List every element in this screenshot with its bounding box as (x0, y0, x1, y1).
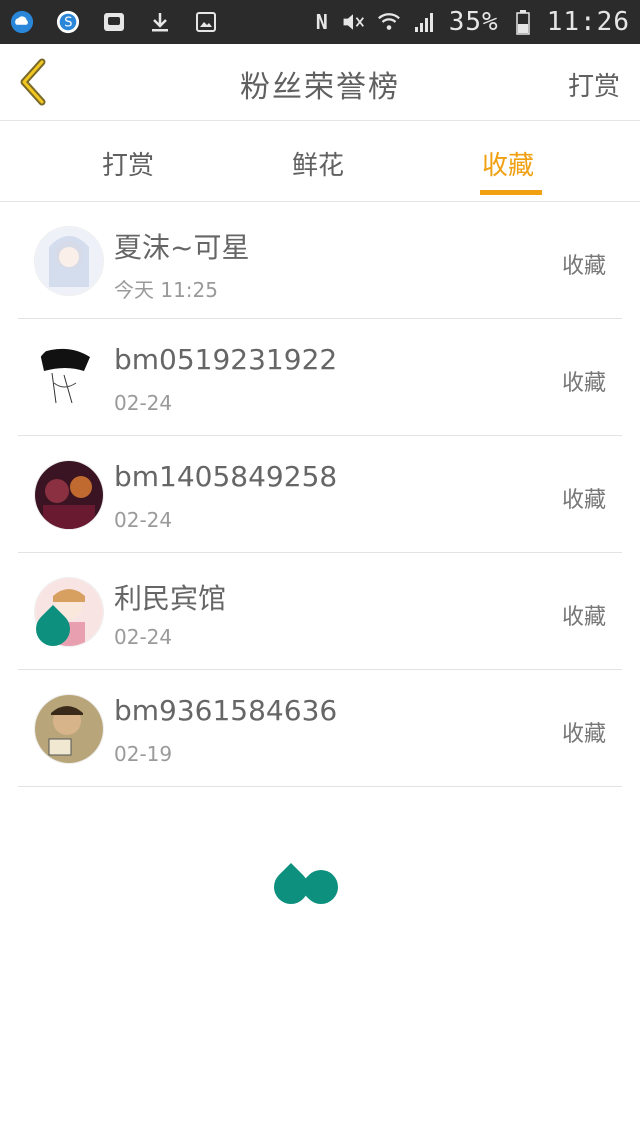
cloud-icon (10, 10, 34, 34)
tab-reward[interactable]: 打赏 (102, 145, 154, 182)
timestamp: 02-19 (114, 742, 173, 766)
favorite-label: 收藏 (561, 371, 606, 396)
page-title: 粉丝荣誉榜 (240, 70, 400, 105)
list-item[interactable]: bm0519231922 02-24 收藏 (18, 319, 622, 436)
favorite-label: 收藏 (561, 254, 606, 279)
favorite-label: 收藏 (561, 488, 606, 513)
tab-favorites[interactable]: 收藏 (482, 145, 534, 182)
teal-drop-handle-right[interactable] (296, 862, 346, 912)
list-item[interactable]: bm9361584636 02-19 收藏 (18, 670, 622, 787)
clock: 11:26 (546, 7, 630, 37)
battery-percent: 35% (448, 7, 499, 37)
wifi-icon (377, 10, 401, 34)
user-name: bm1405849258 (114, 460, 338, 493)
user-name: bm9361584636 (114, 694, 338, 727)
nfc-indicator: N (315, 10, 329, 34)
timestamp: 02-24 (114, 625, 173, 649)
avatar (34, 226, 104, 296)
reward-button[interactable]: 打赏 (568, 66, 620, 103)
timestamp: 02-24 (114, 391, 173, 415)
battery-icon (511, 10, 535, 35)
user-name: 利民宾馆 (114, 582, 227, 615)
svg-text:S: S (64, 16, 72, 31)
avatar (34, 694, 104, 764)
user-name: bm0519231922 (114, 343, 338, 376)
fan-list: 夏沫~可星 今天 11:25 收藏 bm0519231922 02-24 收藏 … (18, 202, 622, 787)
tab-flowers[interactable]: 鲜花 (292, 145, 344, 182)
tab-bar: 打赏 鲜花 收藏 (0, 121, 640, 202)
avatar (34, 460, 104, 530)
favorite-label: 收藏 (561, 605, 606, 630)
avatar (34, 343, 102, 411)
timestamp: 今天 11:25 (114, 278, 218, 302)
active-tab-indicator (480, 190, 542, 195)
download-icon (148, 10, 172, 34)
favorite-label: 收藏 (561, 722, 606, 747)
list-item[interactable]: 利民宾馆 02-24 收藏 (18, 553, 622, 670)
browser-icon: S (56, 10, 80, 34)
list-item[interactable]: bm1405849258 02-24 收藏 (18, 436, 622, 553)
mute-icon (341, 10, 365, 34)
timestamp: 02-24 (114, 508, 173, 532)
gallery-icon (102, 10, 126, 34)
user-name: 夏沫~可星 (114, 231, 250, 264)
cell-signal-icon (413, 10, 437, 34)
status-bar: S N 35% 11:26 (0, 0, 640, 44)
image-icon (194, 10, 218, 34)
navigation-header: 粉丝荣誉榜 打赏 (0, 44, 640, 121)
list-item[interactable]: 夏沫~可星 今天 11:25 收藏 (18, 202, 622, 319)
